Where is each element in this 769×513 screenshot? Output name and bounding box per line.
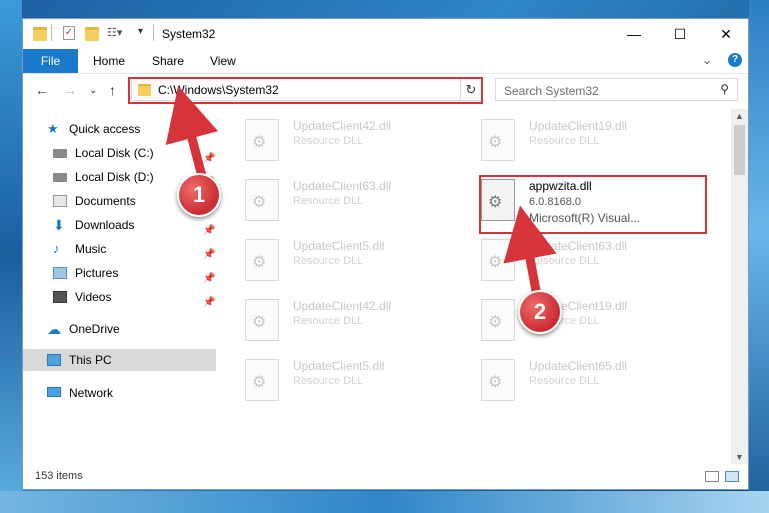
pin-icon: 📌 [203, 273, 216, 284]
sidebar-item-pictures[interactable]: Pictures 📌 [53, 262, 218, 284]
cloud-icon: ☁ [47, 321, 61, 337]
step-marker-1: 1 [177, 173, 221, 217]
back-arrow-icon[interactable]: ← [35, 82, 49, 98]
details-view-icon[interactable] [705, 471, 719, 482]
pin-icon: 📌 [203, 249, 216, 260]
gear-icon: ⚙ [488, 254, 503, 271]
download-icon: ⬇ [53, 217, 65, 233]
dll-file-icon: ⚙ [481, 359, 515, 401]
desktop-background-right [749, 0, 769, 513]
maximize-button[interactable]: ☐ [657, 19, 703, 49]
tab-share[interactable]: Share [152, 49, 184, 73]
computer-icon [47, 354, 61, 366]
customize-toolbar-icon[interactable]: ☷▾ [107, 26, 122, 42]
file-item[interactable]: ⚙ UpdateClient19.dll Resource DLL [481, 299, 711, 359]
navigation-pane: ★ Quick access Local Disk (C:) 📌 Local D… [23, 109, 216, 464]
tab-view[interactable]: View [210, 49, 236, 73]
tab-file[interactable]: File [23, 49, 78, 73]
sidebar-item-onedrive[interactable]: ☁ OneDrive [47, 318, 212, 340]
gear-icon: ⚙ [252, 374, 267, 391]
dll-file-icon: ⚙ [245, 359, 279, 401]
search-input[interactable] [496, 79, 721, 102]
dll-file-icon: ⚙ [481, 119, 515, 161]
file-highlight [479, 175, 707, 234]
file-item[interactable]: ⚙ UpdateClient65.dll Resource DLL [481, 359, 711, 419]
sidebar-item-downloads[interactable]: ⬇ Downloads 📌 [53, 214, 218, 236]
documents-icon [53, 195, 67, 207]
large-icons-view-icon[interactable] [725, 471, 739, 482]
music-icon: ♪ [53, 241, 60, 256]
file-item[interactable]: ⚙ UpdateClient19.dll Resource DLL [481, 119, 711, 179]
address-bar-highlight [128, 77, 483, 104]
desktop-background-left [0, 0, 22, 513]
step-marker-2: 2 [518, 290, 562, 334]
network-icon [47, 387, 61, 397]
sidebar-item-quick-access[interactable]: ★ Quick access [47, 118, 212, 140]
scrollbar-thumb[interactable] [734, 125, 745, 175]
drive-icon [53, 149, 67, 158]
dll-file-icon: ⚙ [245, 179, 279, 221]
scroll-down-icon[interactable]: ▼ [735, 452, 744, 462]
search-icon[interactable]: ⚲ [720, 82, 729, 96]
desktop-background-bottom [0, 491, 769, 513]
gear-icon: ⚙ [488, 134, 503, 151]
minimize-button[interactable]: — [611, 19, 657, 49]
video-icon [53, 291, 67, 303]
file-item[interactable]: ⚙ UpdateClient42.dll Resource DLL [245, 119, 475, 179]
dll-file-icon: ⚙ [481, 239, 515, 281]
forward-arrow-icon[interactable]: → [63, 82, 77, 98]
window-title: System32 [162, 27, 216, 41]
new-folder-icon[interactable] [85, 27, 99, 41]
sidebar-item-network[interactable]: Network [47, 382, 212, 404]
gear-icon: ⚙ [252, 134, 267, 151]
sidebar-item-videos[interactable]: Videos 📌 [53, 286, 218, 308]
file-list: ⚙ UpdateClient42.dll Resource DLL ⚙ Upda… [219, 109, 731, 464]
gear-icon: ⚙ [488, 314, 503, 331]
gear-icon: ⚙ [252, 194, 267, 211]
sidebar-item-local-disk-c[interactable]: Local Disk (C:) 📌 [53, 142, 218, 164]
gear-icon: ⚙ [488, 374, 503, 391]
sidebar-item-this-pc[interactable]: This PC [23, 349, 216, 371]
pin-icon: 📌 [203, 153, 216, 164]
status-bar: 153 items [23, 465, 748, 489]
quick-access-dropdown-icon[interactable]: ▾ [138, 26, 143, 42]
dll-file-icon: ⚙ [245, 299, 279, 341]
pictures-icon [53, 267, 67, 279]
search-box[interactable]: ⚲ [495, 78, 738, 102]
dll-file-icon: ⚙ [481, 299, 515, 341]
dll-file-icon: ⚙ [245, 239, 279, 281]
title-bar: ✓ ☷▾ ▾ System32 — ☐ ✕ [23, 19, 748, 49]
star-icon: ★ [47, 121, 59, 136]
sidebar-item-music[interactable]: ♪ Music 📌 [53, 238, 218, 260]
file-explorer-window: ✓ ☷▾ ▾ System32 — ☐ ✕ File Home Share Vi… [22, 18, 749, 490]
gear-icon: ⚙ [252, 314, 267, 331]
item-count: 153 items [35, 470, 83, 482]
ribbon-tabs: File Home Share View ⌄ ? [23, 49, 748, 74]
file-item[interactable]: ⚙ UpdateClient63.dll Resource DLL [481, 239, 711, 299]
drive-icon [53, 173, 67, 182]
file-item[interactable]: ⚙ UpdateClient63.dll Resource DLL [245, 179, 475, 239]
gear-icon: ⚙ [252, 254, 267, 271]
file-item[interactable]: ⚙ UpdateClient5.dll Resource DLL [245, 359, 475, 419]
help-icon[interactable]: ? [728, 53, 742, 67]
tab-home[interactable]: Home [93, 49, 125, 73]
file-item[interactable]: ⚙ UpdateClient42.dll Resource DLL [245, 299, 475, 359]
scroll-up-icon[interactable]: ▲ [735, 111, 744, 121]
up-arrow-icon[interactable]: ↑ [109, 82, 116, 98]
properties-icon[interactable]: ✓ [63, 26, 75, 40]
pin-icon: 📌 [203, 297, 216, 308]
recent-locations-chevron-icon[interactable]: ⌄ [89, 85, 97, 96]
expand-ribbon-chevron-icon[interactable]: ⌄ [702, 53, 712, 67]
dll-file-icon: ⚙ [245, 119, 279, 161]
vertical-scrollbar[interactable]: ▲ ▼ [731, 109, 748, 464]
pin-icon: 📌 [203, 225, 216, 236]
folder-icon [33, 27, 47, 41]
close-button[interactable]: ✕ [703, 19, 749, 49]
file-item[interactable]: ⚙ UpdateClient5.dll Resource DLL [245, 239, 475, 299]
divider [153, 25, 154, 41]
divider [51, 25, 52, 41]
